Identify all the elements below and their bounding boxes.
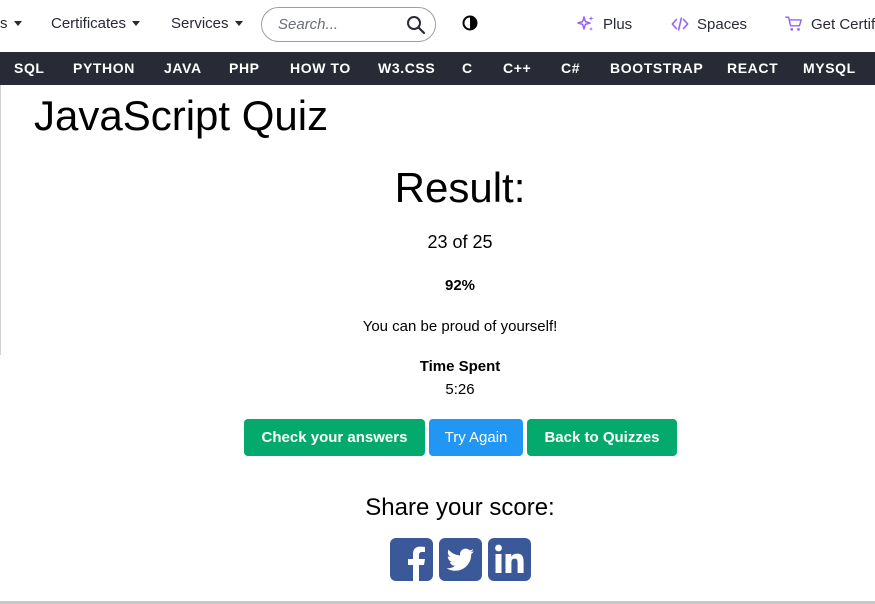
result-heading: Result: [394,164,526,211]
menu-item-csharp[interactable]: C# [561,60,580,76]
services-dropdown[interactable]: Services [171,15,243,32]
menu-item-react[interactable]: REACT [727,60,778,76]
top-navigation: s Certificates Services Plus [0,0,875,52]
get-certified-link[interactable]: Get Certif [785,15,875,33]
try-again-button[interactable]: Try Again [429,419,523,456]
twitter-icon[interactable] [439,538,482,581]
facebook-icon[interactable] [390,538,433,581]
search-input[interactable] [278,16,398,33]
back-to-quizzes-button[interactable]: Back to Quizzes [527,419,677,456]
plus-link[interactable]: Plus [577,15,632,33]
certificates-label: Certificates [51,15,127,32]
score-percent: 92% [444,277,476,294]
search-box [261,7,436,42]
check-answers-button[interactable]: Check your answers [244,419,425,456]
caret-down-icon [234,21,243,26]
time-spent-value: 5:26 [445,381,475,398]
linkedin-icon[interactable] [488,538,531,581]
code-icon [671,17,689,31]
menu-item-bootstrap[interactable]: BOOTSTRAP [610,60,703,76]
menu-item-w3css[interactable]: W3.CSS [378,60,435,76]
contrast-toggle-icon[interactable] [462,15,478,31]
plus-label: Plus [603,15,633,33]
nav-dropdown-partial-label: s [0,15,8,32]
menu-item-php[interactable]: PHP [229,60,260,76]
sparkle-icon [577,16,594,31]
score-text: 23 of 25 [427,232,493,252]
menu-item-mysql[interactable]: MYSQL [803,60,856,76]
menu-item-how-to[interactable]: HOW TO [290,60,351,76]
cart-icon [785,16,802,31]
search-icon[interactable] [406,15,426,35]
topics-menu-bar: SQL PYTHON JAVA PHP HOW TO W3.CSS C C++ … [0,52,875,85]
services-label: Services [171,15,229,32]
caret-down-icon [13,21,22,26]
left-divider [0,85,1,355]
menu-item-python[interactable]: PYTHON [73,60,135,76]
time-spent-label: Time Spent [419,358,501,375]
spaces-label: Spaces [697,15,748,33]
nav-dropdown-partial[interactable]: s [0,15,22,32]
menu-item-cpp[interactable]: C++ [503,60,531,76]
spaces-link[interactable]: Spaces [671,15,747,33]
menu-item-c[interactable]: C [462,60,473,76]
result-message: You can be proud of yourself! [362,318,558,335]
menu-item-sql[interactable]: SQL [14,60,45,76]
page-title: JavaScript Quiz [34,92,329,139]
menu-item-java[interactable]: JAVA [164,60,202,76]
caret-down-icon [132,21,141,26]
certificates-dropdown[interactable]: Certificates [51,15,141,32]
share-heading: Share your score: [365,494,555,521]
get-certified-label: Get Certif [811,15,875,33]
